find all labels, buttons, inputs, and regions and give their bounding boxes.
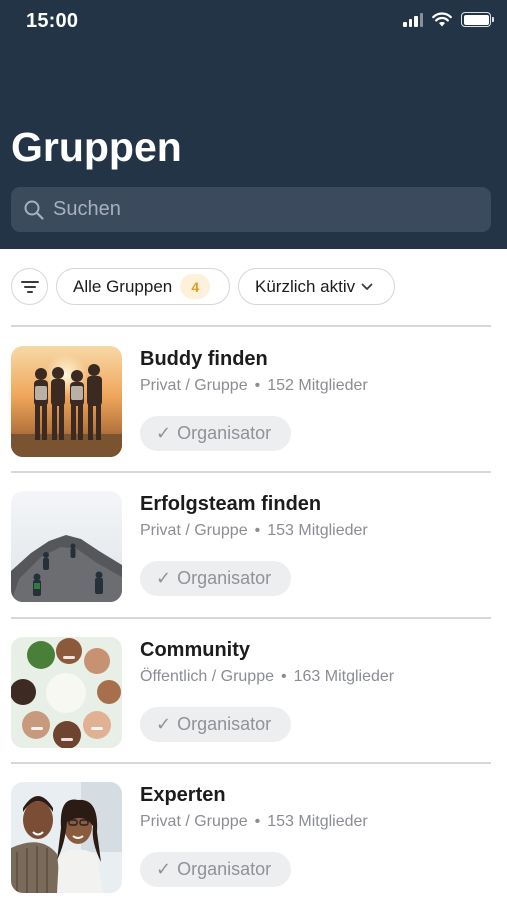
member-count: 153 Mitglieder <box>267 813 368 830</box>
group-meta: Privat / Gruppe • 152 Mitglieder <box>140 377 368 395</box>
role-label: Organisator <box>177 568 272 588</box>
separator-dot: • <box>254 813 261 830</box>
member-count: 152 Mitglieder <box>267 377 368 394</box>
divider <box>11 325 491 327</box>
all-groups-label: Alle Gruppen <box>73 276 173 296</box>
group-name: Experten <box>140 784 226 806</box>
group-type: Öffentlich / Gruppe <box>140 668 274 685</box>
role-badge: ✓ Organisator <box>140 852 292 887</box>
people-circle-photo <box>11 637 122 748</box>
group-meta: Privat / Gruppe • 153 Mitglieder <box>140 522 368 540</box>
search-placeholder: Suchen <box>53 198 121 220</box>
role-badge: ✓ Organisator <box>140 416 292 451</box>
friends-sunset-photo <box>11 346 122 457</box>
search-input[interactable]: Suchen <box>11 187 491 232</box>
status-time: 15:00 <box>26 10 79 32</box>
wifi-icon <box>432 12 452 27</box>
all-groups-chip[interactable]: Alle Gruppen 4 <box>56 268 230 305</box>
group-meta: Öffentlich / Gruppe • 163 Mitglieder <box>140 668 394 686</box>
group-type: Privat / Gruppe <box>140 813 248 830</box>
count-badge: 4 <box>180 274 211 299</box>
group-name: Buddy finden <box>140 348 268 370</box>
divider <box>11 471 491 473</box>
group-meta: Privat / Gruppe • 153 Mitglieder <box>140 813 368 831</box>
filter-bar: Alle Gruppen 4 Kürzlich aktiv <box>0 268 507 306</box>
divider <box>11 617 491 619</box>
separator-dot: • <box>254 522 261 539</box>
sort-label: Kürzlich aktiv <box>255 276 356 296</box>
battery-icon <box>461 12 494 27</box>
group-item-community[interactable]: Community Öffentlich / Gruppe • 163 Mitgli… <box>0 637 507 782</box>
group-type: Privat / Gruppe <box>140 522 248 539</box>
role-badge: ✓ Organisator <box>140 707 292 742</box>
status-icons <box>403 12 494 27</box>
filter-button[interactable] <box>11 268 48 305</box>
chevron-down-icon <box>361 283 373 291</box>
group-name: Community <box>140 639 250 661</box>
cellular-signal-icon <box>403 12 423 27</box>
page-title: Gruppen <box>11 124 182 170</box>
member-count: 153 Mitglieder <box>267 522 368 539</box>
checkmark-icon: ✓ <box>156 568 172 588</box>
couple-portrait-photo <box>11 782 122 893</box>
member-count: 163 Mitglieder <box>293 668 395 685</box>
group-item-erfolgsteam-finden[interactable]: Erfolgsteam finden Privat / Gruppe • 153 M… <box>0 491 507 636</box>
checkmark-icon: ✓ <box>156 714 172 734</box>
mountain-climbers-photo <box>11 491 122 602</box>
app-header: 15:00 Gruppen Suchen <box>0 0 507 249</box>
group-name: Erfolgsteam finden <box>140 493 322 515</box>
sort-dropdown[interactable]: Kürzlich aktiv <box>238 268 395 305</box>
filter-icon <box>20 280 39 293</box>
group-item-experten[interactable]: Experten Privat / Gruppe • 153 Mitglieder … <box>0 782 507 900</box>
role-badge: ✓ Organisator <box>140 561 292 596</box>
checkmark-icon: ✓ <box>156 859 172 879</box>
role-label: Organisator <box>177 423 272 443</box>
separator-dot: • <box>254 377 261 394</box>
role-label: Organisator <box>177 714 272 734</box>
separator-dot: • <box>281 668 287 685</box>
role-label: Organisator <box>177 859 272 879</box>
checkmark-icon: ✓ <box>156 423 172 443</box>
divider <box>11 762 491 764</box>
group-item-buddy-finden[interactable]: Buddy finden Privat / Gruppe • 152 Mitglie… <box>0 346 507 491</box>
group-type: Privat / Gruppe <box>140 377 248 394</box>
search-icon <box>23 199 45 221</box>
